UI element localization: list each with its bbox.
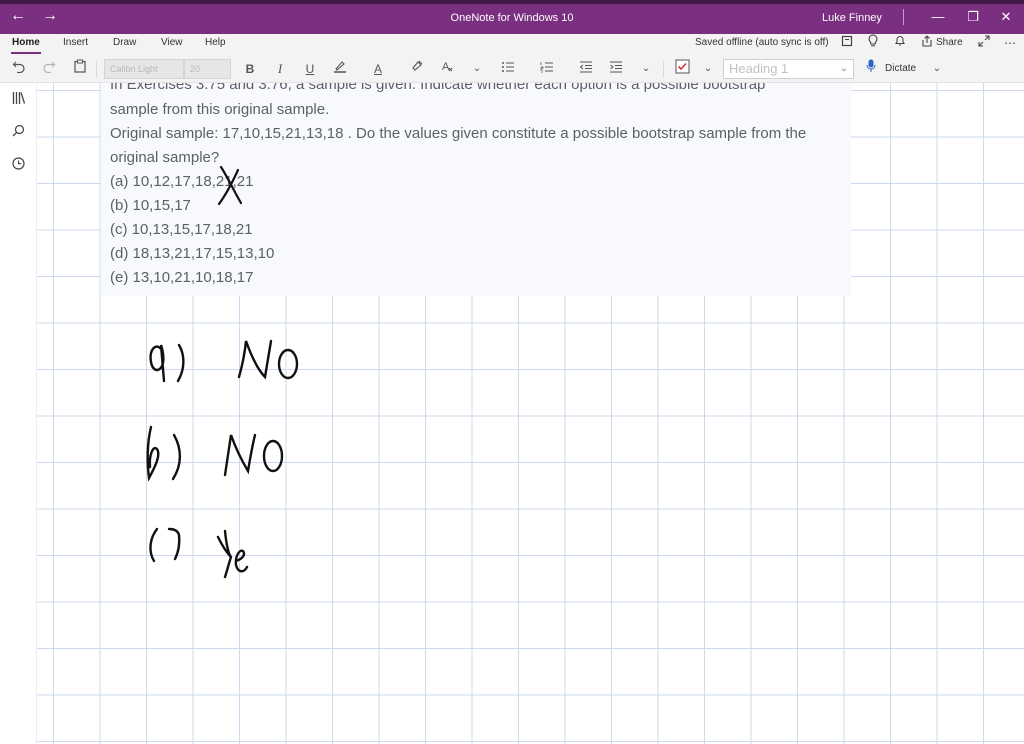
todo-tag-icon[interactable] <box>672 59 692 79</box>
close-button[interactable]: ✕ <box>993 6 1019 28</box>
handwritten-answer-a: No <box>237 345 281 380</box>
tab-help[interactable]: Help <box>205 36 226 50</box>
bell-icon[interactable] <box>891 34 909 52</box>
microphone-icon[interactable] <box>861 59 881 79</box>
tab-home[interactable]: Home <box>11 36 41 54</box>
bold-button[interactable]: B <box>240 59 260 79</box>
handwritten-label-c: c) <box>150 531 179 566</box>
forward-arrow-icon[interactable]: → <box>42 6 58 26</box>
chevron-down-icon: ⌄ <box>839 63 848 74</box>
more-format-chevron-icon[interactable]: ⌄ <box>467 59 487 79</box>
share-icon[interactable] <box>918 34 936 52</box>
ribbon-toolbar: Calibri Light 20 B I U A A ⌄ ⌄ ⌄ Heading… <box>0 56 1024 83</box>
titlebar-divider <box>903 9 904 25</box>
share-button[interactable]: Share <box>936 36 963 50</box>
style-dropdown-label: Heading 1 <box>729 61 789 76</box>
handwritten-answer-b: No <box>223 439 267 474</box>
undo-icon[interactable] <box>9 59 29 79</box>
handwritten-label-b: b) <box>148 439 179 474</box>
account-name[interactable]: Luke Finney <box>822 11 882 25</box>
back-arrow-icon[interactable]: ← <box>10 6 26 26</box>
font-color-button[interactable]: A <box>368 59 388 79</box>
notebooks-icon[interactable] <box>8 90 29 111</box>
underline-button[interactable]: U <box>300 59 320 79</box>
decrease-indent-icon[interactable] <box>576 59 596 79</box>
dictate-button[interactable]: Dictate <box>885 59 916 79</box>
paragraph-more-chevron-icon[interactable]: ⌄ <box>636 59 656 79</box>
dictate-chevron-icon[interactable]: ⌄ <box>927 59 947 79</box>
svg-text:A: A <box>442 61 450 73</box>
lightbulb-icon[interactable] <box>864 34 882 52</box>
title-bar: ← → OneNote for Windows 10 Luke Finney —… <box>0 0 1024 34</box>
sync-status: Saved offline (auto sync is off) <box>695 37 829 48</box>
taskbar-strip <box>0 0 1024 4</box>
tab-insert[interactable]: Insert <box>63 36 88 50</box>
toolbar-divider <box>663 61 664 78</box>
increase-indent-icon[interactable] <box>606 59 626 79</box>
notebook-sync-icon[interactable] <box>838 34 856 52</box>
clear-formatting-icon[interactable]: A <box>438 59 458 79</box>
clipboard-icon[interactable] <box>70 59 90 79</box>
recent-history-icon[interactable] <box>8 155 29 176</box>
highlighter-icon[interactable] <box>330 59 350 79</box>
more-options-icon[interactable]: ⋯ <box>1001 34 1019 52</box>
tag-dropdown-chevron-icon[interactable]: ⌄ <box>698 59 718 79</box>
tab-draw[interactable]: Draw <box>113 36 136 50</box>
italic-button[interactable]: I <box>270 59 290 79</box>
font-size-box[interactable]: 20 <box>184 59 231 79</box>
minimize-button[interactable]: — <box>925 6 951 28</box>
page-canvas[interactable]: In Exercises 3.75 and 3.76, a sample is … <box>37 83 1024 744</box>
search-icon[interactable] <box>8 122 29 143</box>
ink-layer <box>146 165 299 579</box>
restore-button[interactable]: ❐ <box>960 6 986 28</box>
redo-icon[interactable] <box>39 59 59 79</box>
handwritten-label-a: a) <box>152 351 182 386</box>
ink-cross-mark <box>217 165 243 206</box>
toolbar-divider <box>96 61 97 78</box>
fullscreen-icon[interactable] <box>975 34 993 52</box>
format-painter-icon[interactable] <box>408 59 428 79</box>
style-dropdown[interactable]: Heading 1 ⌄ <box>723 59 854 79</box>
left-navigation <box>0 83 37 744</box>
numbered-list-icon[interactable] <box>537 59 557 79</box>
handwritten-answer-c: Ye <box>217 533 252 568</box>
ribbon-tabs: Home Insert Draw View Help Saved offline… <box>0 34 1024 56</box>
bullet-list-icon[interactable] <box>498 59 518 79</box>
tab-view[interactable]: View <box>161 36 183 50</box>
font-name-box[interactable]: Calibri Light <box>104 59 184 79</box>
